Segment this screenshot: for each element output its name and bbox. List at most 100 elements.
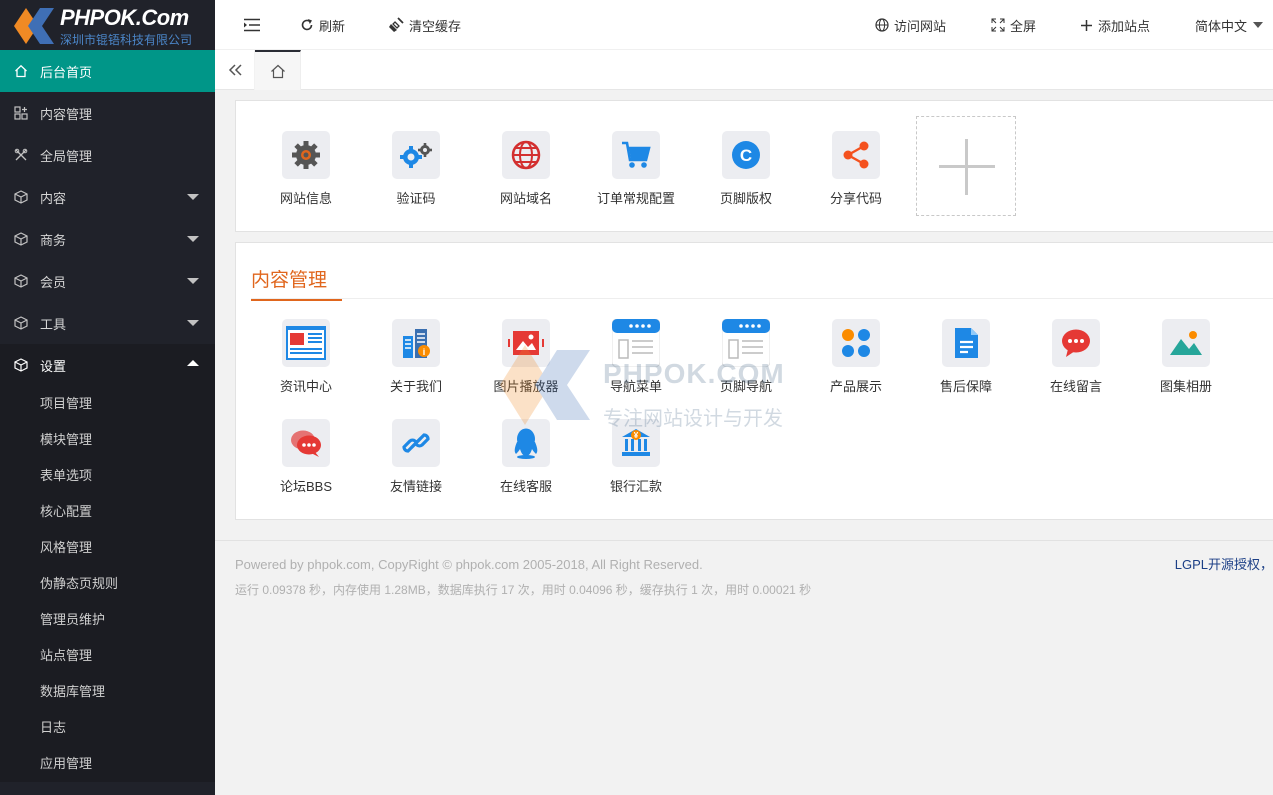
refresh-button[interactable]: 刷新 xyxy=(300,0,345,50)
sidebar-item-label: 后台首页 xyxy=(40,64,93,80)
submenu-item[interactable]: 数据库管理 xyxy=(0,674,215,710)
footer-license-link[interactable]: LGPL开源授权， xyxy=(1175,554,1273,573)
submenu-item[interactable]: 核心配置 xyxy=(0,494,215,530)
submenu-item[interactable]: 风格管理 xyxy=(0,530,215,566)
cms-item-message[interactable]: 在线留言 xyxy=(1021,319,1131,395)
footer-nav-icon xyxy=(722,319,770,367)
cms-item-news[interactable]: 资讯中心 xyxy=(251,319,361,395)
language-label: 简体中文 xyxy=(1195,18,1248,34)
quick-item-label: 验证码 xyxy=(396,191,436,206)
section-title: 内容管理 xyxy=(251,265,342,301)
cube-icon xyxy=(14,274,28,288)
cms-item-product[interactable]: 产品展示 xyxy=(801,319,911,395)
logo-brand: PHPOK.Com xyxy=(60,5,189,30)
sidebar-item-label: 全局管理 xyxy=(40,148,93,164)
home-icon xyxy=(270,64,285,78)
cube-icon xyxy=(14,232,28,246)
refresh-icon xyxy=(300,18,314,32)
language-select[interactable]: 简体中文 xyxy=(1195,0,1264,50)
indent-icon xyxy=(244,18,260,32)
sidebar-item-home[interactable]: 后台首页 xyxy=(0,50,215,92)
cms-item-bank-transfer[interactable]: ¥ 银行汇款 xyxy=(581,419,691,495)
tab-home[interactable] xyxy=(255,50,301,90)
cms-item-album[interactable]: 图集相册 xyxy=(1131,319,1241,395)
sidebar-item-label: 工具 xyxy=(40,316,67,332)
nav-menu-icon xyxy=(612,319,660,367)
svg-text:¥: ¥ xyxy=(634,431,639,440)
cms-item-label: 售后保障 xyxy=(939,379,992,394)
quick-item-label: 网站域名 xyxy=(499,191,552,206)
sidebar-item-content[interactable]: 内容 xyxy=(0,176,215,218)
submenu-item[interactable]: 伪静态页规则 xyxy=(0,566,215,602)
page-tabs xyxy=(215,50,1273,90)
link-icon xyxy=(392,419,440,467)
sidebar-item-global-manage[interactable]: 全局管理 xyxy=(0,134,215,176)
clear-cache-button[interactable]: 清空缓存 xyxy=(388,0,461,50)
sidebar-item-tools[interactable]: 工具 xyxy=(0,302,215,344)
add-quick-item-button[interactable] xyxy=(916,116,1016,216)
cms-item-label: 产品展示 xyxy=(829,379,882,394)
message-icon xyxy=(1052,319,1100,367)
fullscreen-button[interactable]: 全屏 xyxy=(991,0,1036,50)
add-site-button[interactable]: 添加站点 xyxy=(1080,0,1150,50)
cms-item-label: 图片播放器 xyxy=(493,379,559,394)
cart-icon xyxy=(612,131,660,179)
submenu-item[interactable]: 站点管理 xyxy=(0,638,215,674)
submenu-item[interactable]: 项目管理 xyxy=(0,386,215,422)
visit-site-button[interactable]: 访问网站 xyxy=(875,0,946,50)
submenu-item[interactable]: 管理员维护 xyxy=(0,602,215,638)
album-icon xyxy=(1162,319,1210,367)
content-manage-panel: 内容管理 资讯中心 i 关于我们 图片播放器 导航菜单 页脚导航 产品展示 售后… xyxy=(235,242,1273,520)
submenu-item[interactable]: 模块管理 xyxy=(0,422,215,458)
cms-item-bbs[interactable]: 论坛BBS xyxy=(251,419,361,495)
tools-icon xyxy=(14,148,28,162)
globe-icon xyxy=(502,131,550,179)
cms-item-footer-nav[interactable]: 页脚导航 xyxy=(691,319,801,395)
cms-item-label: 关于我们 xyxy=(389,379,442,394)
logo[interactable]: PHPOK.Com 深圳市锟铻科技有限公司 xyxy=(0,0,215,50)
cms-item-image-player[interactable]: 图片播放器 xyxy=(471,319,581,395)
quick-item-order-config[interactable]: 订单常规配置 xyxy=(581,131,691,207)
submenu-item[interactable]: 应用管理 xyxy=(0,746,215,782)
cms-item-links[interactable]: 友情链接 xyxy=(361,419,471,495)
top-header: 刷新 清空缓存 访问网站 全屏 添加站点 简体中文 xyxy=(215,0,1273,50)
add-site-label: 添加站点 xyxy=(1098,18,1151,34)
cms-item-about[interactable]: i 关于我们 xyxy=(361,319,471,395)
submenu-item[interactable]: 日志 xyxy=(0,710,215,746)
svg-text:C: C xyxy=(740,146,752,165)
caret-down-icon xyxy=(1253,22,1264,28)
sidebar-item-content-manage[interactable]: 内容管理 xyxy=(0,92,215,134)
submenu-item[interactable]: 表单选项 xyxy=(0,458,215,494)
news-icon xyxy=(282,319,330,367)
tabs-scroll-left-button[interactable] xyxy=(215,50,255,90)
cms-item-nav-menu[interactable]: 导航菜单 xyxy=(581,319,691,395)
sidebar-item-business[interactable]: 商务 xyxy=(0,218,215,260)
quick-item-label: 页脚版权 xyxy=(719,191,772,206)
sidebar-item-settings[interactable]: 设置 xyxy=(0,344,215,386)
cms-item-label: 页脚导航 xyxy=(719,379,772,394)
visit-site-label: 访问网站 xyxy=(894,18,947,34)
menu-toggle-button[interactable] xyxy=(243,0,261,50)
cms-item-after-sales[interactable]: 售后保障 xyxy=(911,319,1021,395)
quick-item-captcha[interactable]: 验证码 xyxy=(361,131,471,207)
quick-item-label: 分享代码 xyxy=(829,191,882,206)
section-divider xyxy=(251,298,1273,299)
product-icon xyxy=(832,319,880,367)
quick-item-share-code[interactable]: 分享代码 xyxy=(801,131,911,207)
caret-down-icon xyxy=(187,236,199,242)
cms-item-label: 导航菜单 xyxy=(609,379,662,394)
sidebar-item-label: 商务 xyxy=(40,232,67,248)
quick-item-site-info[interactable]: 网站信息 xyxy=(251,131,361,207)
cms-item-label: 在线留言 xyxy=(1049,379,1102,394)
footer-runtime-stats: 运行 0.09378 秒，内存使用 1.28MB，数据库执行 17 次，用时 0… xyxy=(235,583,812,597)
quick-settings-panel: 网站信息 验证码 网站域名 订单常规配置 C 页脚版权 分享代码 xyxy=(235,100,1273,232)
cms-item-online-service[interactable]: 在线客服 xyxy=(471,419,581,495)
quick-item-copyright[interactable]: C 页脚版权 xyxy=(691,131,801,207)
globe-icon xyxy=(875,18,889,32)
sidebar-item-member[interactable]: 会员 xyxy=(0,260,215,302)
quick-item-domain[interactable]: 网站域名 xyxy=(471,131,581,207)
about-icon: i xyxy=(392,319,440,367)
gears-icon xyxy=(392,131,440,179)
double-chevron-left-icon xyxy=(228,64,242,76)
cube-icon xyxy=(14,358,28,372)
